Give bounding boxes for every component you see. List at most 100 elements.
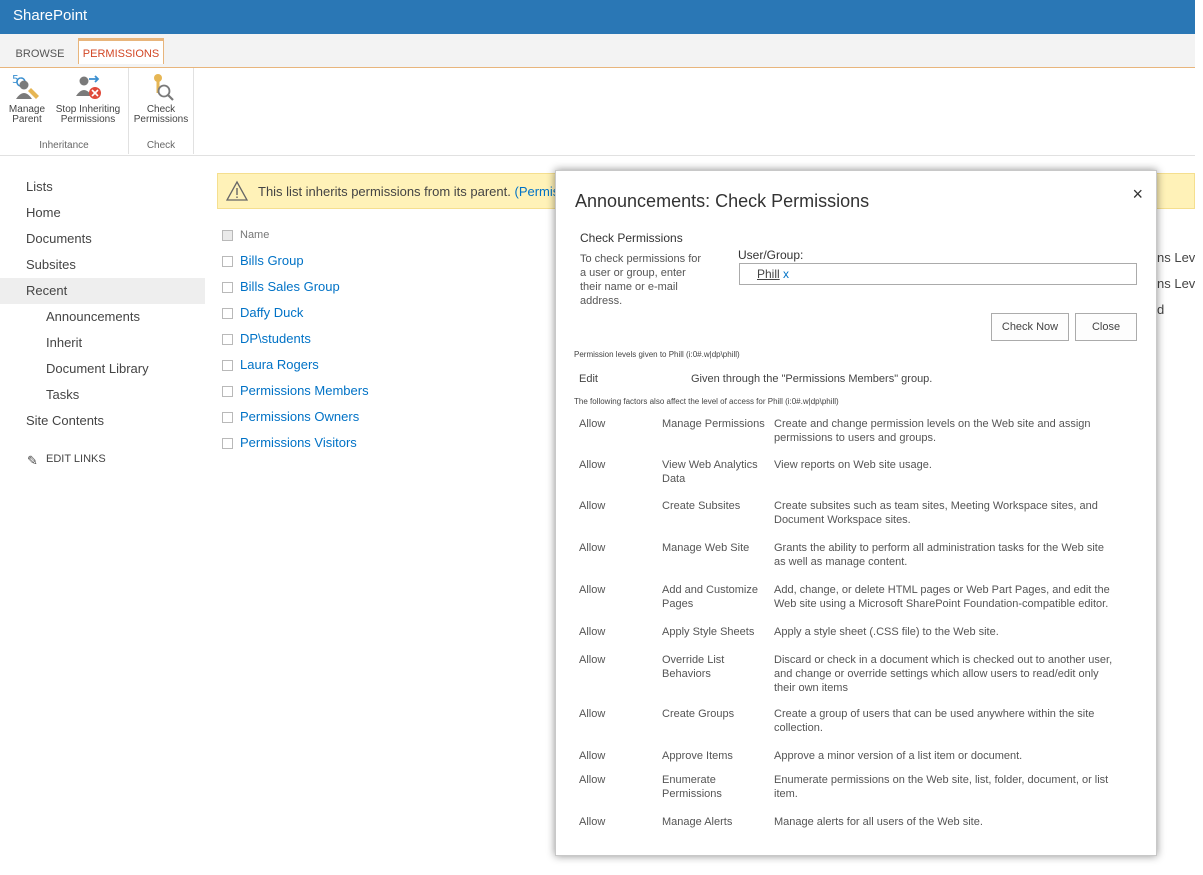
page: SharePoint BROWSE PERMISSIONS 5 Manage P…: [0, 0, 1195, 875]
window-edge: [1195, 0, 1203, 875]
remove-user-button[interactable]: x: [783, 267, 789, 281]
permission-status: Allow: [579, 750, 606, 762]
permission-status: Allow: [579, 500, 606, 512]
permission-desc: View reports on Web site usage.: [774, 459, 932, 471]
column-fragment: d: [1157, 302, 1165, 317]
permission-name: Override List Behaviors: [662, 654, 725, 680]
resolved-user[interactable]: Phill: [757, 267, 780, 281]
list-item-name[interactable]: Bills Sales Group: [240, 279, 340, 294]
list-item-name[interactable]: Bills Group: [240, 253, 304, 268]
nav-item-lists[interactable]: Lists: [0, 174, 205, 200]
row-checkbox[interactable]: [222, 438, 233, 449]
column-fragment: ns Level: [1157, 250, 1195, 265]
nav-item-tasks[interactable]: Tasks: [0, 382, 205, 408]
ribbon: BROWSE PERMISSIONS 5 Manage Parent Stop …: [0, 34, 1195, 156]
permission-desc: Add, change, or delete HTML pages or Web…: [774, 584, 1110, 610]
ribbon-group-inheritance: 5 Manage Parent Stop Inheriting Permissi…: [0, 68, 129, 154]
left-navigation: Lists Home Documents Subsites Recent Ann…: [0, 174, 205, 472]
manage-parent-icon: 5: [12, 73, 39, 99]
manage-parent-button[interactable]: 5 Manage Parent: [4, 72, 50, 125]
permission-status: Allow: [579, 708, 606, 720]
permission-name: Create Subsites: [662, 500, 741, 512]
list-item-name[interactable]: Permissions Owners: [240, 409, 359, 424]
list-item: Daffy Duck: [222, 303, 542, 329]
tab-permissions[interactable]: PERMISSIONS: [78, 38, 164, 64]
permission-name: Manage Permissions: [662, 418, 765, 430]
row-checkbox[interactable]: [222, 282, 233, 293]
permission-status: Allow: [579, 459, 606, 471]
inheritance-group-label: Inheritance: [39, 140, 89, 151]
permission-desc: Apply a style sheet (.CSS file) to the W…: [774, 626, 999, 638]
permission-status: Allow: [579, 816, 606, 828]
permission-status: Allow: [579, 774, 606, 786]
stop-inheriting-button[interactable]: Stop Inheriting Permissions: [52, 72, 124, 125]
stop-inheriting-label-2: Permissions: [60, 114, 116, 125]
list-item-name[interactable]: Permissions Members: [240, 383, 369, 398]
user-group-label: User/Group:: [738, 248, 804, 262]
list-item: Laura Rogers: [222, 355, 542, 381]
permission-name: Apply Style Sheets: [662, 626, 755, 638]
permission-status: Allow: [579, 626, 606, 638]
close-icon[interactable]: ×: [1132, 184, 1143, 205]
list-item-name[interactable]: Laura Rogers: [240, 357, 319, 372]
permissions-list: Name Bills Group Bills Sales Group Daffy…: [222, 225, 542, 459]
ribbon-tab-row: BROWSE PERMISSIONS: [0, 34, 1195, 68]
permission-desc: Create a group of users that can be used…: [774, 708, 1095, 734]
check-permissions-label-2: Permissions: [133, 114, 189, 125]
check-now-button[interactable]: Check Now: [991, 313, 1069, 341]
list-item-name[interactable]: Daffy Duck: [240, 305, 303, 320]
list-item-name[interactable]: DP\students: [240, 331, 311, 346]
nav-item-recent[interactable]: Recent: [0, 278, 205, 304]
list-header: Name: [222, 225, 542, 251]
select-all-checkbox[interactable]: [222, 230, 233, 241]
permission-desc: Create subsites such as team sites, Meet…: [774, 500, 1098, 526]
row-checkbox[interactable]: [222, 308, 233, 319]
permission-desc: Manage alerts for all users of the Web s…: [774, 816, 983, 828]
row-checkbox[interactable]: [222, 334, 233, 345]
list-item: DP\students: [222, 329, 542, 355]
nav-item-site-contents[interactable]: Site Contents: [0, 408, 205, 434]
nav-item-inherit[interactable]: Inherit: [0, 330, 205, 356]
permission-name: Manage Alerts: [662, 816, 733, 828]
warning-icon: [226, 180, 248, 201]
nav-item-home[interactable]: Home: [0, 200, 205, 226]
factors-note: The following factors also affect the le…: [574, 397, 839, 406]
permission-status: Allow: [579, 542, 606, 554]
permission-status: Allow: [579, 418, 606, 430]
check-permissions-dialog: Announcements: Check Permissions × Check…: [555, 170, 1157, 856]
nav-item-documents[interactable]: Documents: [0, 226, 205, 252]
stop-inheriting-icon: [76, 75, 101, 99]
row-checkbox[interactable]: [222, 412, 233, 423]
user-group-input[interactable]: Phill x: [739, 263, 1137, 285]
banner-text: This list inherits permissions from its …: [258, 184, 511, 199]
row-checkbox[interactable]: [222, 386, 233, 397]
permission-desc: Approve a minor version of a list item o…: [774, 750, 1023, 762]
row-checkbox[interactable]: [222, 256, 233, 267]
permission-status: Allow: [579, 584, 606, 596]
list-item: Permissions Visitors: [222, 433, 542, 459]
check-permissions-icon: [154, 74, 174, 101]
permission-name: Create Groups: [662, 708, 735, 720]
suite-bar: SharePoint: [0, 0, 1195, 34]
permission-desc: Discard or check in a document which is …: [774, 654, 1113, 694]
ribbon-tools: 5 Manage Parent Stop Inheriting Permissi…: [0, 68, 1195, 154]
nav-item-subsites[interactable]: Subsites: [0, 252, 205, 278]
check-permissions-button[interactable]: Check Permissions: [132, 72, 190, 125]
list-item-name[interactable]: Permissions Visitors: [240, 435, 357, 450]
section-title: Check Permissions: [580, 231, 683, 245]
tab-browse[interactable]: BROWSE: [12, 41, 68, 67]
permission-name: View Web Analytics Data: [662, 459, 758, 485]
edit-links-button[interactable]: ✎ EDIT LINKS: [0, 446, 205, 472]
brand-label[interactable]: SharePoint: [13, 7, 87, 24]
close-button[interactable]: Close: [1075, 313, 1137, 341]
nav-item-document-library[interactable]: Document Library: [0, 356, 205, 382]
list-header-name: Name: [240, 229, 270, 241]
permission-name: Approve Items: [662, 750, 733, 762]
permission-desc: Grants the ability to perform all admini…: [774, 542, 1104, 568]
nav-item-announcements[interactable]: Announcements: [0, 304, 205, 330]
row-checkbox[interactable]: [222, 360, 233, 371]
permission-desc: Create and change permission levels on t…: [774, 418, 1091, 444]
permission-level-desc: Given through the "Permissions Members" …: [691, 373, 933, 385]
manage-parent-label-2: Parent: [12, 114, 42, 125]
list-item: Bills Sales Group: [222, 277, 542, 303]
